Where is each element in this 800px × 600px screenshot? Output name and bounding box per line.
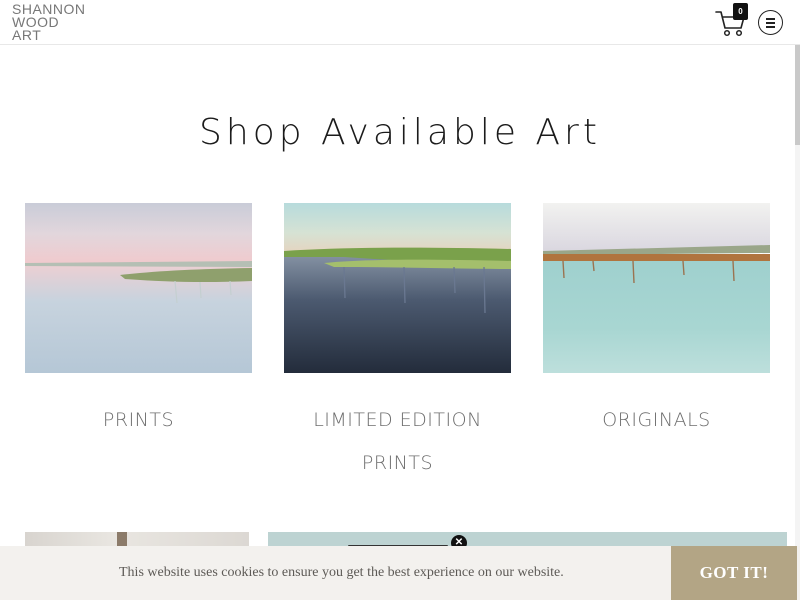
hamburger-menu-icon[interactable] [758, 10, 783, 35]
cookie-consent-bar: This website uses cookies to ensure you … [0, 546, 800, 600]
logo-line-3: ART [12, 27, 42, 43]
category-label-prints[interactable]: PRINTS [25, 399, 252, 442]
cart-count-badge: 0 [733, 3, 748, 20]
cookie-accept-button[interactable]: GOT IT! [671, 546, 797, 600]
category-card-prints[interactable]: PRINTS [25, 203, 252, 442]
originals-artwork-image[interactable] [543, 203, 770, 373]
limited-edition-artwork-image[interactable] [284, 203, 511, 373]
cookie-message: This website uses cookies to ensure you … [119, 565, 564, 580]
site-logo[interactable]: SHANNON WOOD ART [12, 2, 86, 43]
category-label-originals[interactable]: ORIGINALS [543, 399, 770, 442]
category-card-limited-edition-prints[interactable]: LIMITED EDITION PRINTS [284, 203, 511, 485]
category-label-limited-edition-prints[interactable]: LIMITED EDITION PRINTS [284, 399, 511, 485]
category-card-originals[interactable]: ORIGINALS [543, 203, 770, 442]
page-title: Shop Available Art [199, 112, 601, 153]
prints-artwork-image[interactable] [25, 203, 252, 373]
site-header: SHANNON WOOD ART 0 [0, 0, 800, 45]
